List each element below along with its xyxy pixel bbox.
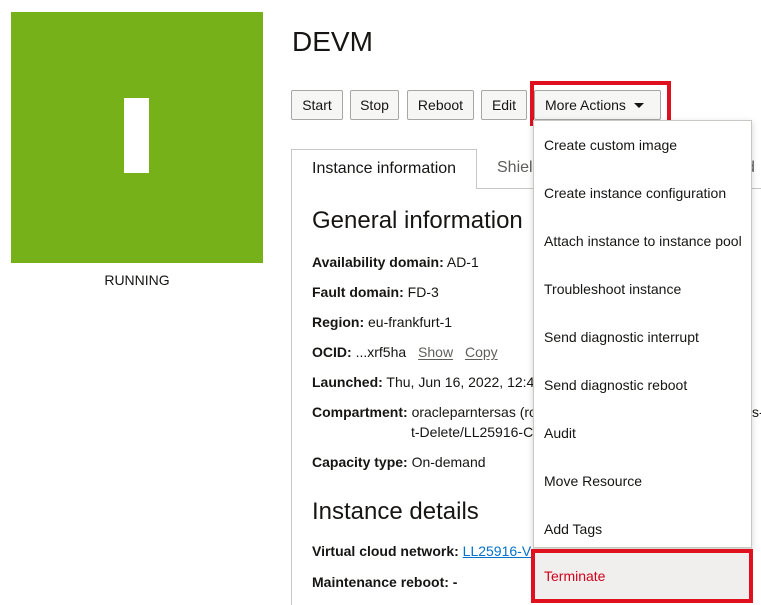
- fault-domain-row: Fault domain: FD-3: [312, 284, 439, 300]
- maintenance-reboot-row: Maintenance reboot: -: [312, 574, 457, 590]
- reboot-button[interactable]: Reboot: [407, 90, 474, 120]
- fault-domain-value: FD-3: [407, 284, 439, 300]
- caret-down-icon: [634, 103, 644, 108]
- menu-item-send-diagnostic-interrupt[interactable]: Send diagnostic interrupt: [534, 313, 751, 361]
- edit-button[interactable]: Edit: [481, 90, 527, 120]
- maintenance-reboot-label: Maintenance reboot:: [312, 574, 449, 590]
- ocid-show-link[interactable]: Show: [418, 344, 453, 360]
- region-value: eu-frankfurt-1: [368, 314, 453, 330]
- availability-domain-value: AD-1: [446, 254, 479, 270]
- maintenance-reboot-value: -: [452, 574, 458, 590]
- capacity-type-value: On-demand: [411, 454, 486, 470]
- menu-item-create-custom-image[interactable]: Create custom image: [534, 121, 751, 169]
- menu-item-troubleshoot-instance[interactable]: Troubleshoot instance: [534, 265, 751, 313]
- menu-item-create-instance-configuration[interactable]: Create instance configuration: [534, 169, 751, 217]
- instance-running-icon: [124, 98, 149, 173]
- stop-button[interactable]: Stop: [350, 90, 399, 120]
- instance-status-tile: [11, 12, 263, 263]
- menu-item-attach-to-instance-pool[interactable]: Attach instance to instance pool: [534, 217, 751, 265]
- vcn-label: Virtual cloud network:: [312, 543, 459, 559]
- compartment-value: oracleparntersas (ro: [411, 404, 537, 420]
- more-actions-button[interactable]: More Actions: [534, 90, 661, 120]
- page-title: DEVM: [292, 26, 373, 57]
- menu-item-send-diagnostic-reboot[interactable]: Send diagnostic reboot: [534, 361, 751, 409]
- compartment-value-continued: t-Delete/LL25916-C: [411, 424, 534, 440]
- availability-domain-row: Availability domain: AD-1: [312, 254, 479, 270]
- ocid-label: OCID:: [312, 344, 352, 360]
- compartment-row: Compartment: oracleparntersas (ro: [312, 404, 537, 420]
- capacity-type-label: Capacity type:: [312, 454, 408, 470]
- general-information-heading: General information: [312, 207, 523, 234]
- capacity-type-row: Capacity type: On-demand: [312, 454, 486, 470]
- more-actions-menu: Create custom image Create instance conf…: [533, 120, 752, 548]
- ocid-row: OCID: ...xrf5ha Show Copy: [312, 344, 498, 360]
- ocid-value: ...xrf5ha: [355, 344, 407, 360]
- menu-item-terminate[interactable]: Terminate: [533, 552, 752, 600]
- start-button[interactable]: Start: [291, 90, 343, 120]
- tab-instance-information[interactable]: Instance information: [291, 149, 477, 189]
- vcn-row: Virtual cloud network: LL25916-V: [312, 543, 531, 559]
- launched-value: Thu, Jun 16, 2022, 12:4: [386, 374, 535, 390]
- region-label: Region:: [312, 314, 365, 330]
- vcn-link[interactable]: LL25916-V: [463, 543, 532, 559]
- instance-details-heading: Instance details: [312, 498, 479, 525]
- fault-domain-label: Fault domain:: [312, 284, 404, 300]
- ocid-copy-link[interactable]: Copy: [465, 344, 498, 360]
- more-actions-label: More Actions: [545, 97, 626, 113]
- status-label: RUNNING: [104, 272, 170, 288]
- availability-domain-label: Availability domain:: [312, 254, 444, 270]
- launched-row: Launched: Thu, Jun 16, 2022, 12:4: [312, 374, 534, 390]
- menu-item-audit[interactable]: Audit: [534, 409, 751, 457]
- compartment-label: Compartment:: [312, 404, 408, 420]
- menu-item-move-resource[interactable]: Move Resource: [534, 457, 751, 505]
- menu-item-add-tags[interactable]: Add Tags: [534, 505, 751, 553]
- region-row: Region: eu-frankfurt-1: [312, 314, 452, 330]
- launched-label: Launched:: [312, 374, 383, 390]
- compartment-overflow: s-: [752, 404, 761, 420]
- tab-shielded[interactable]: Shiel: [497, 159, 533, 177]
